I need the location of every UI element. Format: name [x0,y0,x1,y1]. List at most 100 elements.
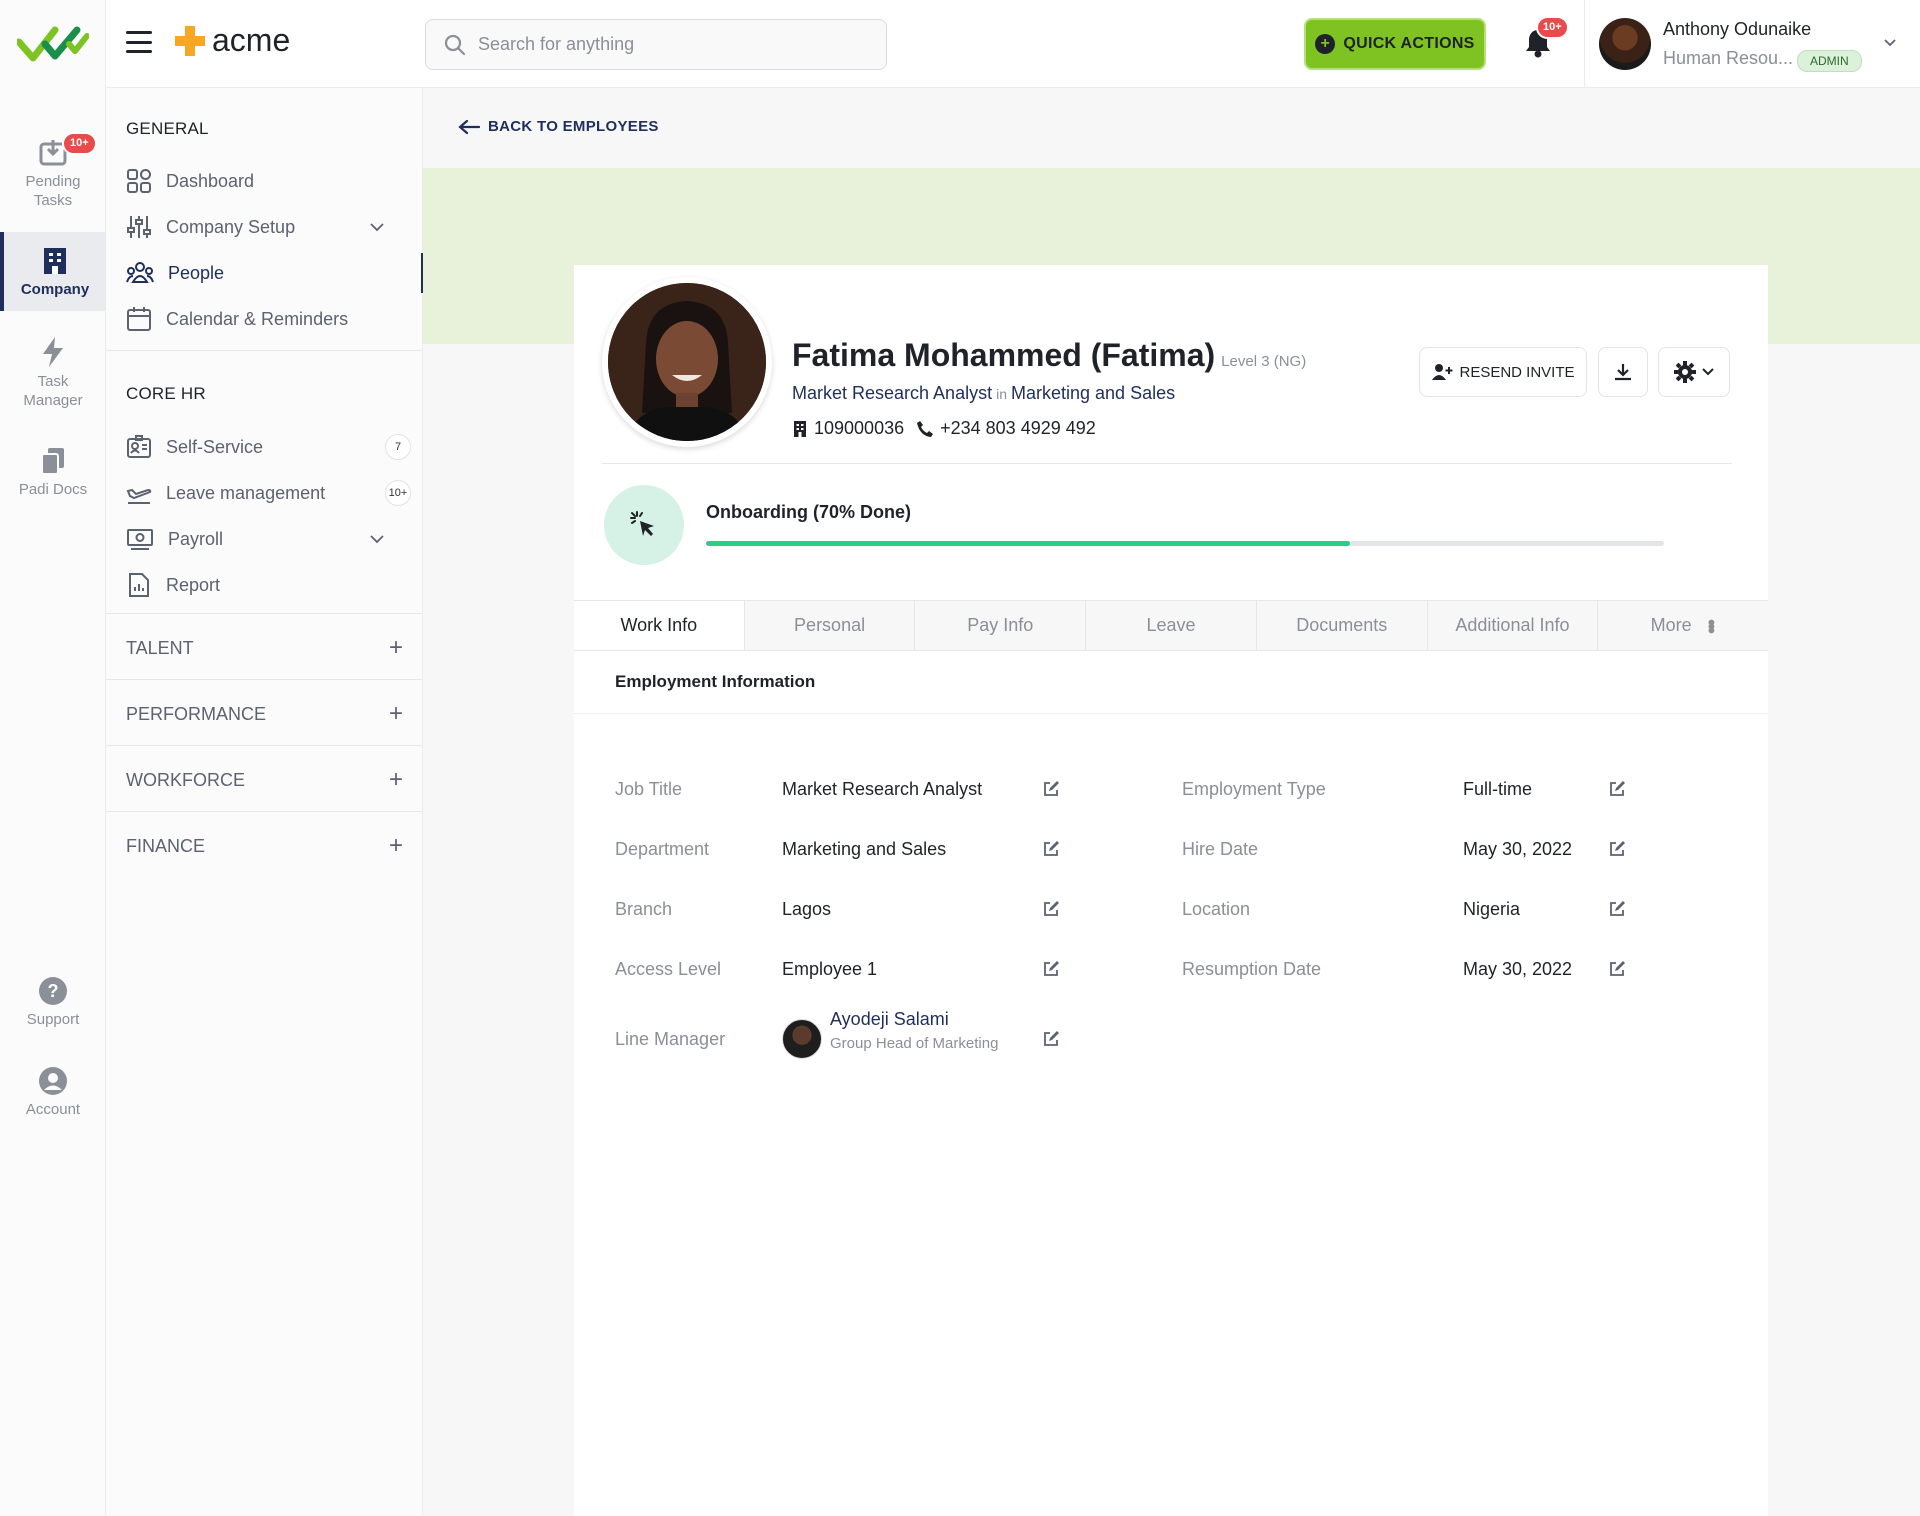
phone-icon [917,420,934,437]
acme-cross-icon [175,25,205,56]
search-input[interactable] [478,34,858,55]
profile-tabs: Work Info Personal Pay Info Leave Documents A… [574,600,1768,651]
tab-more[interactable]: More ••• [1598,601,1768,650]
employee-name: Fatima Mohammed (Fatima) Level 3 (NG) [792,337,1306,374]
job-title-link[interactable]: Market Research Analyst [792,383,992,403]
sidebar-item-self-service[interactable]: Self-Service 7 [126,425,423,469]
edit-button[interactable] [1042,960,1060,983]
divider [106,350,423,351]
app-rail: 10+ Pending Tasks Company Task Manager P… [0,0,106,1516]
brand[interactable]: acme [174,22,290,59]
rail-pending-tasks[interactable]: 10+ Pending Tasks [0,132,106,210]
employee-contact: 109000036 +234 803 4929 492 [792,418,1096,439]
edit-icon [1610,901,1625,916]
tab-leave[interactable]: Leave [1086,601,1257,650]
sidebar-item-label: Report [166,574,221,595]
svg-text:?: ? [48,981,59,1001]
edit-button[interactable] [1608,900,1626,923]
field-label: Line Manager [615,1029,726,1049]
edit-button[interactable] [1608,780,1626,803]
employee-level: Level 3 (NG) [1221,353,1307,370]
sidebar-item-leave-management[interactable]: Leave management 10+ [126,471,423,515]
settings-dropdown-button[interactable] [1658,347,1730,397]
money-icon [127,529,153,550]
app-logo[interactable] [0,0,105,88]
rail-task-manager[interactable]: Task Manager [0,336,106,410]
tab-label: Work Info [620,615,698,635]
sidebar-group-workforce[interactable]: WORKFORCE + [126,766,403,794]
field-label: Location [1182,899,1251,919]
sidebar-group-finance[interactable]: FINANCE + [126,832,403,860]
rail-account[interactable]: Account [0,1066,106,1119]
tab-label: More [1650,615,1692,635]
sidebar: GENERAL Dashboard Company Setup People C… [106,88,424,1516]
tab-personal[interactable]: Personal [745,601,916,650]
cursor-click-icon [630,511,654,536]
edit-icon [1044,901,1059,916]
download-button[interactable] [1598,347,1648,397]
employee-id: 109000036 [814,418,905,438]
people-icon [126,262,154,283]
department-link[interactable]: Marketing and Sales [1011,383,1175,403]
sidebar-item-calendar[interactable]: Calendar & Reminders [126,297,423,341]
tab-label: Leave [1146,615,1196,635]
sidebar-item-label: Calendar & Reminders [166,308,349,329]
checkmarks-logo-icon [16,26,89,62]
rail-label: Support [26,1011,80,1028]
field-value: May 30, 2022 [1463,839,1573,859]
rail-support[interactable]: ? Support [0,976,106,1029]
sidebar-item-people[interactable]: People [126,251,424,295]
sidebar-group-performance[interactable]: PERFORMANCE + [126,700,403,728]
rail-company[interactable]: Company [0,232,106,311]
edit-button[interactable] [1042,780,1060,803]
tab-documents[interactable]: Documents [1257,601,1428,650]
edit-button[interactable] [1042,900,1060,923]
edit-button[interactable] [1042,1030,1060,1053]
field-label: Resumption Date [1182,959,1322,979]
rail-label: Padi Docs [18,481,88,498]
edit-button[interactable] [1608,840,1626,863]
resend-invite-button[interactable]: RESEND INVITE [1419,347,1587,397]
tab-pay-info[interactable]: Pay Info [915,601,1087,650]
quick-actions-button[interactable]: + QUICK ACTIONS [1304,18,1486,70]
back-to-employees-link[interactable]: BACK TO EMPLOYEES [458,118,659,135]
sidebar-item-dashboard[interactable]: Dashboard [126,159,423,203]
resend-invite-label: RESEND INVITE [1459,363,1575,381]
sidebar-item-label: Payroll [168,528,224,549]
edit-icon [1044,841,1059,856]
sidebar-item-company-setup[interactable]: Company Setup [126,205,423,249]
rail-label: Pending Tasks [25,173,81,209]
tab-additional-info[interactable]: Additional Info [1428,601,1599,650]
edit-button[interactable] [1042,840,1060,863]
edit-button[interactable] [1608,960,1626,983]
tab-work-info[interactable]: Work Info [574,601,745,650]
sidebar-item-label: Self-Service [166,436,264,457]
back-label: BACK TO EMPLOYEES [488,118,659,135]
tab-label: Additional Info [1455,615,1570,635]
user-menu[interactable]: Anthony Odunaike Human Resou... ADMIN [1584,0,1920,88]
edit-icon [1610,841,1625,856]
sidebar-item-payroll[interactable]: Payroll [126,517,423,561]
profile-photo[interactable] [602,277,772,447]
rail-padi-docs[interactable]: Padi Docs [0,446,106,499]
notifications-badge: 10+ [1536,16,1569,39]
sidebar-item-label: Leave management [166,482,326,503]
chevron-down-icon [1884,39,1896,47]
menu-icon[interactable] [126,31,152,53]
sidebar-item-report[interactable]: Report [126,563,423,607]
top-bar: acme + QUICK ACTIONS 10+ Anthony Odunaik… [106,0,1920,88]
avatar [782,1019,822,1059]
building-icon [44,248,66,274]
person-portrait-icon [608,283,766,441]
plus-icon: + [388,766,403,793]
plus-icon: + [388,832,403,859]
field-label: Access Level [615,959,722,979]
gear-icon [1674,361,1696,383]
sidebar-group-talent[interactable]: TALENT + [126,634,403,662]
search-box[interactable] [425,19,887,70]
line-manager-link[interactable]: Ayodeji Salami [830,1009,949,1030]
user-plus-icon [1432,364,1453,380]
edit-icon [1610,781,1625,796]
user-role: Human Resou... [1663,48,1794,68]
building-icon [794,420,806,437]
